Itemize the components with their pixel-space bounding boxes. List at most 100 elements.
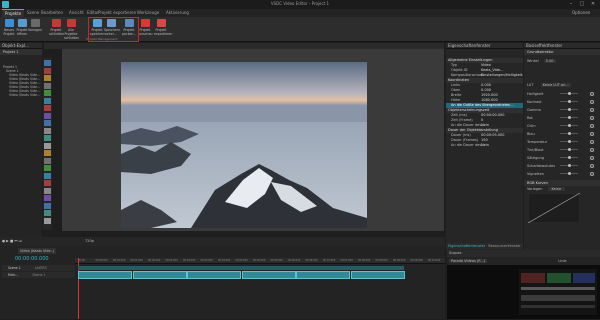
tool-icon[interactable] (44, 82, 51, 89)
slider-knob[interactable] (567, 148, 571, 151)
slider-track[interactable] (560, 148, 578, 151)
slider-knob[interactable] (567, 124, 571, 127)
ruler-tick-label: 00:02.000 (148, 259, 161, 262)
tool-icon[interactable] (44, 180, 51, 186)
tool-icon[interactable] (44, 172, 51, 179)
tool-icon[interactable] (44, 75, 51, 81)
tool-icon[interactable] (44, 97, 51, 104)
tool-icon[interactable] (44, 150, 51, 156)
scopes-option[interactable]: Linie (558, 259, 566, 263)
ribbon-button[interactable]: Neues Projekt (2, 18, 16, 40)
maximize-icon[interactable]: □ (577, 0, 587, 9)
rgb-curve-graph[interactable] (527, 192, 581, 224)
ribbon-button-label: Projekt schließen (49, 28, 65, 36)
tool-icon[interactable] (44, 135, 51, 141)
slider-track[interactable] (560, 172, 578, 175)
slider-track[interactable] (560, 124, 578, 127)
slider-track[interactable] (560, 156, 578, 159)
tool-icon[interactable] (44, 142, 51, 149)
options-button[interactable]: Optionen (572, 10, 590, 15)
timeline-zoom[interactable]: 720p (85, 239, 94, 243)
tree-item[interactable]: Video (Keats Vide... (0, 93, 42, 97)
video-clip[interactable] (132, 271, 187, 279)
ribbon-button[interactable]: Projekt exportieren (154, 18, 172, 40)
tool-icon[interactable] (44, 60, 51, 66)
slider-track[interactable] (560, 164, 578, 167)
slider-knob[interactable] (567, 140, 571, 143)
reset-icon[interactable] (590, 163, 594, 168)
property-value[interactable]: Nein (481, 143, 489, 148)
tool-icon[interactable] (44, 165, 51, 171)
slider-track[interactable] (560, 92, 578, 95)
reset-icon[interactable] (590, 123, 594, 128)
track-header[interactable]: Mich... Ebene 1 (2, 272, 75, 278)
property-label: Zeit (Frame) (451, 118, 473, 122)
slider-track[interactable] (560, 108, 578, 111)
video-clip[interactable] (350, 271, 405, 279)
menu-tab[interactable]: Werkzeuge (134, 9, 162, 17)
scopes-toolbar: Parade Videos (fl...) Linie (447, 257, 600, 265)
playback-controls[interactable]: ● ▶ ■ ⏮ ⏭ (2, 239, 22, 243)
timeline-toolbar (0, 237, 445, 246)
reset-icon[interactable] (590, 155, 594, 160)
ribbon-button-label: Projekt öffnen (16, 28, 28, 36)
slider-track[interactable] (560, 100, 578, 103)
slider-knob[interactable] (567, 108, 571, 111)
winkel-value[interactable]: 0.00 (543, 59, 556, 63)
track-header[interactable]: Szene 1 LAYERS (2, 265, 75, 271)
slider-track[interactable] (560, 132, 578, 135)
reset-icon[interactable] (590, 99, 594, 104)
reset-icon[interactable] (590, 139, 594, 144)
slider-knob[interactable] (567, 132, 571, 135)
video-clip[interactable] (187, 271, 241, 279)
timeline-tab[interactable]: Video (Keats Vide..) (18, 248, 57, 254)
tool-icon[interactable] (44, 105, 51, 111)
reset-icon[interactable] (590, 147, 594, 152)
tool-icon[interactable] (44, 90, 51, 96)
vorlagen-label: Vorlagen (527, 187, 543, 191)
reset-icon[interactable] (590, 107, 594, 112)
tab-resources[interactable]: Ressourcenfenster (486, 244, 520, 248)
tool-icon[interactable] (44, 120, 51, 126)
ribbon-button-label: Vorlagen (28, 28, 43, 32)
tab-properties[interactable]: Eigenschaftenfenster (446, 244, 485, 248)
tool-icon[interactable] (44, 67, 51, 74)
slider-knob[interactable] (567, 116, 571, 119)
tool-icon[interactable] (44, 127, 51, 134)
reset-icon[interactable] (590, 115, 594, 120)
slider-knob[interactable] (567, 156, 571, 159)
video-clip[interactable] (78, 271, 132, 279)
tool-icon[interactable] (44, 112, 51, 119)
scopes-mode-select[interactable]: Parade Videos (fl...) (449, 259, 488, 263)
video-clip[interactable] (296, 271, 350, 279)
property-row[interactable]: An die Dauer des... Nein (446, 143, 523, 148)
lut-select[interactable]: Keine LUT an... (540, 83, 571, 87)
menu-tab[interactable]: Projekte (2, 9, 25, 17)
slider-track[interactable] (560, 116, 578, 119)
slider-knob[interactable] (567, 164, 571, 167)
slider-knob[interactable] (567, 172, 571, 175)
menu-tab[interactable]: Aktivierung (163, 9, 192, 17)
slider-track[interactable] (560, 140, 578, 143)
ruler-tick-label: 00:07.500 (340, 259, 353, 262)
tool-icon[interactable] (44, 202, 51, 209)
vorlagen-select[interactable]: Keine (547, 187, 566, 191)
tool-icon[interactable] (44, 187, 51, 194)
video-clip[interactable] (241, 271, 296, 279)
menu-tab[interactable]: Bearbeiten (38, 9, 66, 17)
minimize-icon[interactable]: – (566, 0, 576, 9)
reset-icon[interactable] (590, 91, 594, 96)
ribbon-button[interactable]: Vorlagen (28, 18, 42, 40)
tool-icon[interactable] (44, 157, 51, 164)
slider-knob[interactable] (567, 92, 571, 95)
close-icon[interactable]: ✕ (588, 0, 598, 9)
ribbon-button[interactable]: Projekt öffnen (15, 18, 29, 40)
reset-icon[interactable] (590, 171, 594, 176)
slider-knob[interactable] (567, 100, 571, 103)
tool-icon[interactable] (44, 210, 51, 216)
menu-tab[interactable]: Projekt exportieren (95, 9, 139, 17)
video-preview[interactable] (121, 62, 367, 228)
reset-icon[interactable] (590, 131, 594, 136)
tool-icon[interactable] (44, 217, 51, 224)
tool-icon[interactable] (44, 195, 51, 201)
